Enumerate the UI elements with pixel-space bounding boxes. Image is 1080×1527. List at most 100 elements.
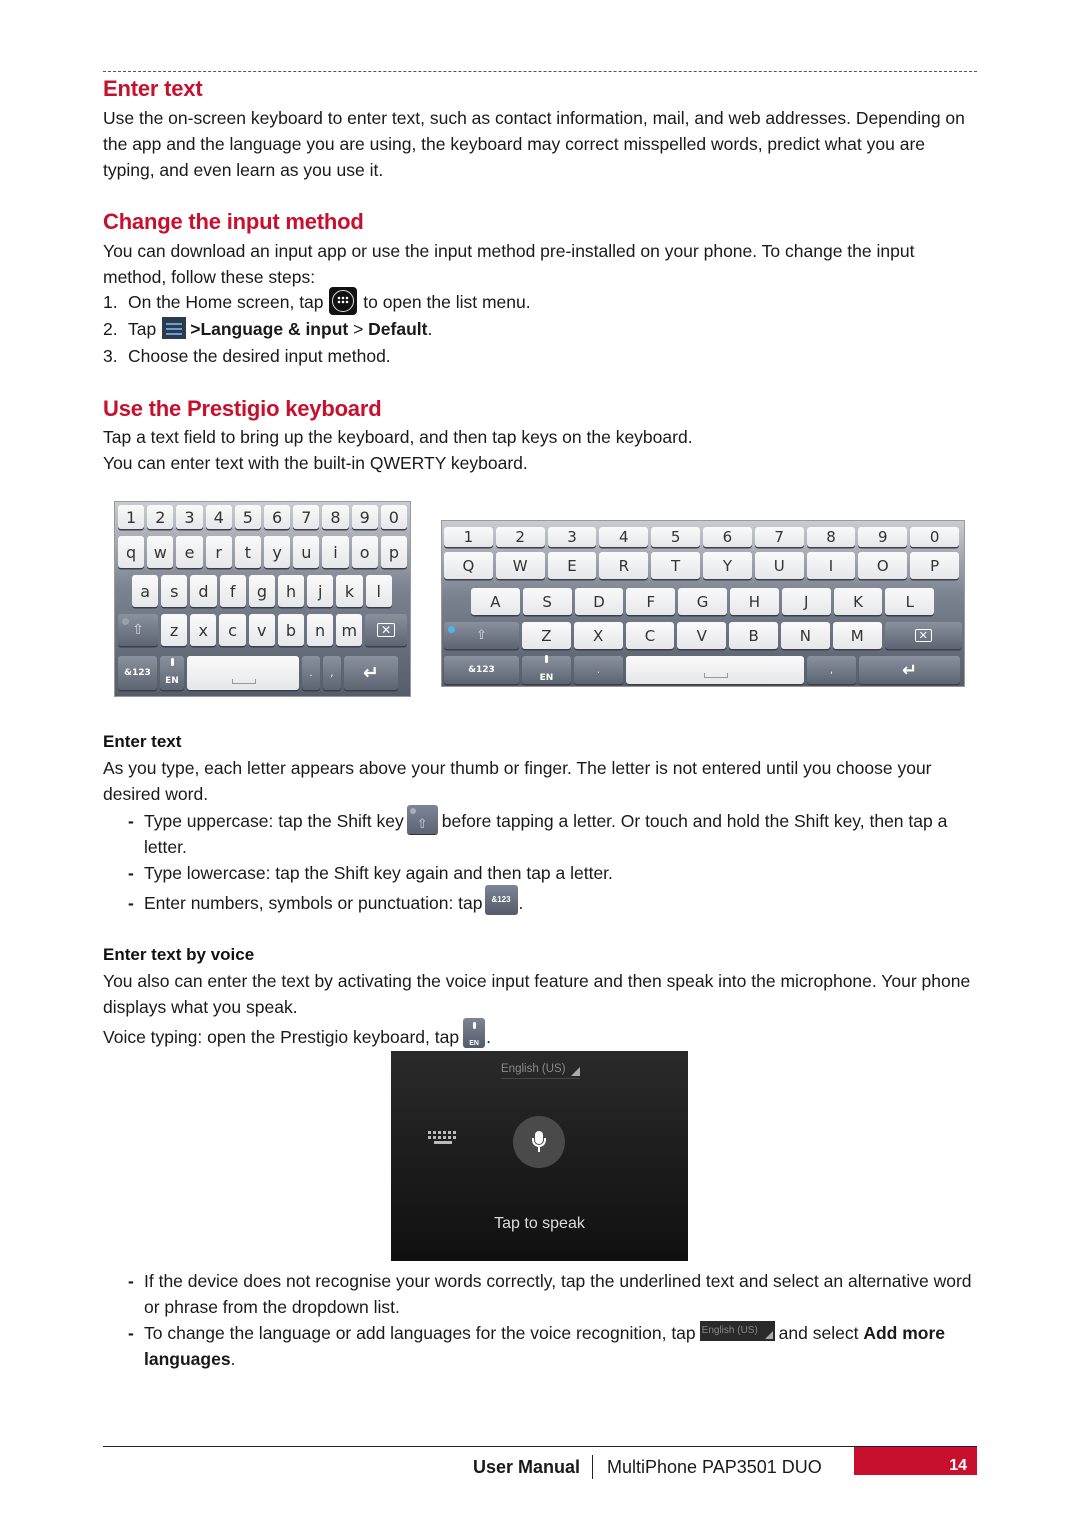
enter-key: ↵ <box>344 656 398 690</box>
key-b: b <box>277 614 304 646</box>
key-6: 6 <box>703 527 752 547</box>
steps-list: 1. On the Home screen, tap to open the l… <box>103 287 977 370</box>
key-w: W <box>495 552 545 579</box>
key-e: e <box>176 536 203 568</box>
key-d: D <box>574 588 624 615</box>
key-3: 3 <box>176 505 203 529</box>
key-8: 8 <box>806 527 856 547</box>
step-3: 3. Choose the desired input method. <box>103 346 391 366</box>
key-r: R <box>599 552 649 579</box>
key-h: h <box>278 575 305 607</box>
voice-language-key: EN <box>160 656 184 690</box>
key-l: L <box>885 588 935 615</box>
key-n: N <box>781 622 830 649</box>
period-key: . <box>574 656 623 684</box>
key-q: Q <box>444 552 493 579</box>
step-2: 2. Tap >Language & input > Default. <box>103 317 433 340</box>
footer-divider <box>103 1446 977 1447</box>
tip-symbols: - Enter numbers, symbols or punctuation:… <box>103 885 977 916</box>
microphone-icon <box>513 1116 565 1168</box>
key-v: v <box>248 614 275 646</box>
key-5: 5 <box>651 527 700 547</box>
key-4: 4 <box>205 505 232 529</box>
comma-key: , <box>807 656 856 684</box>
key-b: B <box>729 622 778 649</box>
tip-uppercase: - Type uppercase: tap the Shift key ⇧ befo… <box>103 804 977 860</box>
tip-language: - To change the language or add language… <box>128 1321 945 1369</box>
voice-paragraph: You also can enter the text by activatin… <box>103 971 971 1017</box>
key-i: i <box>322 536 349 568</box>
voice-language-key: EN <box>522 655 571 684</box>
apps-grid-icon <box>329 287 358 316</box>
key-6: 6 <box>264 505 291 529</box>
key-z: z <box>161 614 188 646</box>
language-selector: English (US) <box>501 1061 580 1079</box>
footer-separator <box>592 1455 593 1479</box>
key-p: p <box>380 536 407 568</box>
key-t: t <box>234 536 261 568</box>
key-a: a <box>132 575 159 607</box>
symbols-key: &123 <box>444 656 519 684</box>
footer-manual-label: User Manual <box>472 1457 580 1477</box>
dropdown-triangle-icon <box>570 1067 580 1076</box>
keyboard-icon <box>428 1131 458 1147</box>
key-9: 9 <box>858 527 908 547</box>
key-z: Z <box>522 622 571 649</box>
key-1: 1 <box>444 527 493 547</box>
key-7: 7 <box>293 505 320 529</box>
key-w: w <box>147 536 174 568</box>
key-1: 1 <box>118 505 145 529</box>
subheading-enter-text: Enter text <box>103 732 182 751</box>
heading-enter-text: Enter text <box>103 76 203 101</box>
key-7: 7 <box>754 527 804 547</box>
heading-prestigio-keyboard: Use the Prestigio keyboard <box>103 396 382 421</box>
key-s: s <box>161 575 188 607</box>
key-a: A <box>471 588 520 615</box>
keyboard-landscape-screenshot: 1 2 3 4 5 6 7 8 9 0 Q W E R T Y U I O P A S D F G H J K L ⇧ Z X C V B N M ✕ &1… <box>441 520 965 687</box>
page-number-box: 14 <box>854 1447 977 1475</box>
keyboard-line-1: Tap a text field to bring up the keyboar… <box>103 427 693 447</box>
language-selector-icon: English (US) <box>699 1321 775 1342</box>
key-c: C <box>625 622 675 649</box>
enter-text-paragraph: Use the on-screen keyboard to enter text… <box>103 108 965 180</box>
key-2: 2 <box>147 505 174 529</box>
key-t: T <box>651 552 700 579</box>
key-u: U <box>754 552 804 579</box>
key-l: l <box>365 575 392 607</box>
key-0: 0 <box>910 527 959 547</box>
key-h: H <box>730 588 779 615</box>
keyboard-portrait-screenshot: 1 2 3 4 5 6 7 8 9 0 q w e r t y u i o p a s d f g h j k l ⇧ z x c v b n m ✕ &1… <box>114 501 411 697</box>
tap-to-speak-label: Tap to speak <box>494 1215 585 1232</box>
heading-change-input-method: Change the input method <box>103 209 364 234</box>
key-i: I <box>806 552 856 579</box>
enter-key: ↵ <box>859 656 960 684</box>
typing-tips-list: - Type uppercase: tap the Shift key ⇧ befo… <box>103 804 977 916</box>
key-j: J <box>781 588 831 615</box>
key-g: G <box>678 588 727 615</box>
key-v: V <box>677 622 727 649</box>
step-1: 1. On the Home screen, tap to open the l… <box>103 287 977 316</box>
key-5: 5 <box>234 505 261 529</box>
subheading-enter-text-by-voice: Enter text by voice <box>103 945 255 964</box>
symbols-key: &123 <box>118 656 157 690</box>
key-k: k <box>336 575 363 607</box>
key-s: S <box>522 588 572 615</box>
top-dashed-divider <box>103 71 977 72</box>
key-q: q <box>118 536 145 568</box>
key-e: E <box>547 552 597 579</box>
backspace-key: ✕ <box>365 614 407 646</box>
footer-product-name: MultiPhone PAP3501 DUO <box>607 1457 822 1477</box>
comma-key: , <box>323 656 341 690</box>
key-r: r <box>205 536 232 568</box>
key-k: K <box>833 588 883 615</box>
symbols-key-icon: &123 <box>484 885 518 916</box>
space-key <box>626 656 804 684</box>
voice-tips-list: - If the device does not recognise your … <box>103 1268 977 1372</box>
period-key: . <box>302 656 320 690</box>
key-2: 2 <box>495 527 545 547</box>
tip-recognition: - If the device does not recognise your … <box>128 1271 972 1317</box>
space-key <box>187 656 299 690</box>
settings-icon <box>162 317 187 340</box>
voice-input-screenshot: English (US) Tap to speak <box>391 1051 688 1261</box>
key-x: X <box>573 622 623 649</box>
